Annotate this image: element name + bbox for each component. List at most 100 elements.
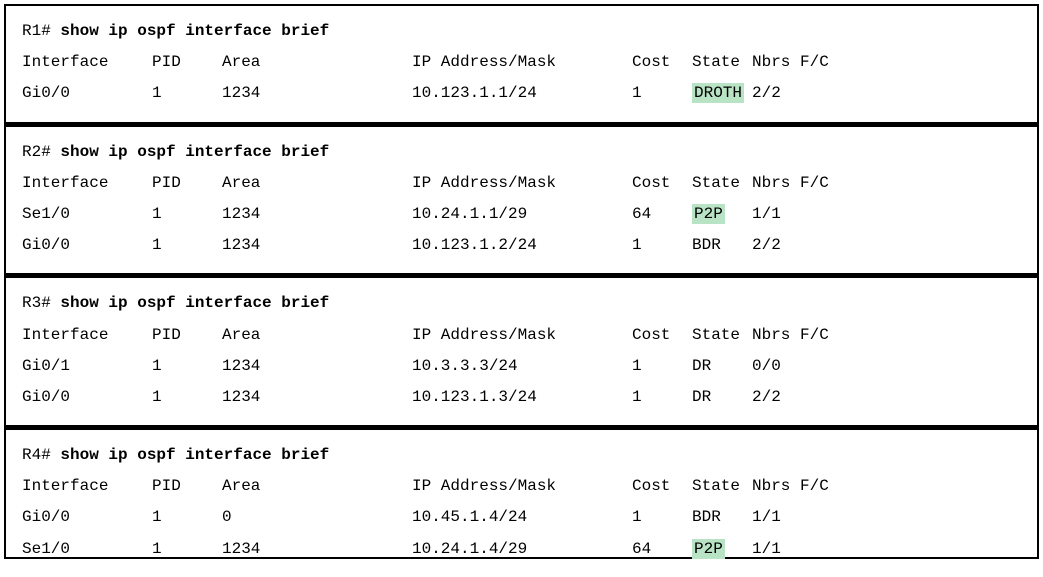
col-header-state: State	[692, 47, 752, 78]
header-row: Interface PID Area IP Address/Mask Cost …	[22, 320, 1021, 351]
col-header-interface: Interface	[22, 168, 152, 199]
command-text: show ip ospf interface brief	[60, 446, 329, 464]
col-header-interface: Interface	[22, 47, 152, 78]
col-header-interface: Interface	[22, 320, 152, 351]
state-highlight: P2P	[692, 539, 725, 559]
col-header-nbrs: Nbrs F/C	[752, 168, 842, 199]
cell-nbrs: 1/1	[752, 502, 842, 533]
cell-state: P2P	[692, 199, 752, 230]
cell-interface: Gi0/0	[22, 78, 152, 109]
col-header-area: Area	[222, 47, 412, 78]
cell-cost: 64	[632, 199, 692, 230]
cell-interface: Gi0/0	[22, 502, 152, 533]
cell-nbrs: 1/1	[752, 534, 842, 565]
cell-area: 1234	[222, 78, 412, 109]
router-block-r1: R1# show ip ospf interface brief Interfa…	[6, 6, 1037, 122]
command-text: show ip ospf interface brief	[60, 294, 329, 312]
cell-nbrs: 1/1	[752, 199, 842, 230]
cell-area: 1234	[222, 534, 412, 565]
cell-cost: 1	[632, 502, 692, 533]
col-header-pid: PID	[152, 320, 222, 351]
cell-ip: 10.123.1.2/24	[412, 230, 632, 261]
cell-ip: 10.123.1.3/24	[412, 382, 632, 413]
cell-ip: 10.24.1.1/29	[412, 199, 632, 230]
table-row: Gi0/1 1 1234 10.3.3.3/24 1 DR 0/0	[22, 351, 1021, 382]
command-line: R3# show ip ospf interface brief	[22, 288, 1021, 319]
cell-cost: 1	[632, 78, 692, 109]
command-line: R2# show ip ospf interface brief	[22, 137, 1021, 168]
cell-state: DR	[692, 351, 752, 382]
state-highlight: DROTH	[692, 83, 744, 103]
col-header-area: Area	[222, 320, 412, 351]
cell-nbrs: 2/2	[752, 230, 842, 261]
col-header-ip: IP Address/Mask	[412, 168, 632, 199]
cell-pid: 1	[152, 351, 222, 382]
header-row: Interface PID Area IP Address/Mask Cost …	[22, 47, 1021, 78]
col-header-pid: PID	[152, 168, 222, 199]
col-header-state: State	[692, 320, 752, 351]
col-header-pid: PID	[152, 471, 222, 502]
col-header-cost: Cost	[632, 168, 692, 199]
cell-pid: 1	[152, 534, 222, 565]
cell-cost: 1	[632, 230, 692, 261]
cell-cost: 1	[632, 351, 692, 382]
col-header-nbrs: Nbrs F/C	[752, 320, 842, 351]
cell-pid: 1	[152, 199, 222, 230]
col-header-cost: Cost	[632, 471, 692, 502]
command-text: show ip ospf interface brief	[60, 22, 329, 40]
col-header-pid: PID	[152, 47, 222, 78]
cell-nbrs: 2/2	[752, 78, 842, 109]
col-header-state: State	[692, 168, 752, 199]
prompt: R1#	[22, 22, 60, 40]
terminal-output-box: R1# show ip ospf interface brief Interfa…	[4, 4, 1039, 559]
col-header-nbrs: Nbrs F/C	[752, 471, 842, 502]
col-header-nbrs: Nbrs F/C	[752, 47, 842, 78]
header-row: Interface PID Area IP Address/Mask Cost …	[22, 168, 1021, 199]
cell-nbrs: 2/2	[752, 382, 842, 413]
table-row: Gi0/0 1 1234 10.123.1.3/24 1 DR 2/2	[22, 382, 1021, 413]
cell-state: BDR	[692, 502, 752, 533]
cell-cost: 64	[632, 534, 692, 565]
col-header-ip: IP Address/Mask	[412, 47, 632, 78]
cell-pid: 1	[152, 230, 222, 261]
col-header-cost: Cost	[632, 47, 692, 78]
prompt: R4#	[22, 446, 60, 464]
prompt: R2#	[22, 143, 60, 161]
table-row: Se1/0 1 1234 10.24.1.4/29 64 P2P 1/1	[22, 534, 1021, 565]
cell-pid: 1	[152, 382, 222, 413]
router-block-r4: R4# show ip ospf interface brief Interfa…	[6, 430, 1037, 577]
col-header-cost: Cost	[632, 320, 692, 351]
table-row: Gi0/0 1 1234 10.123.1.1/24 1 DROTH 2/2	[22, 78, 1021, 109]
cell-area: 1234	[222, 230, 412, 261]
state-highlight: P2P	[692, 204, 725, 224]
cell-nbrs: 0/0	[752, 351, 842, 382]
cell-state: BDR	[692, 230, 752, 261]
cell-ip: 10.123.1.1/24	[412, 78, 632, 109]
cell-state: DR	[692, 382, 752, 413]
col-header-area: Area	[222, 471, 412, 502]
cell-interface: Se1/0	[22, 534, 152, 565]
col-header-state: State	[692, 471, 752, 502]
cell-pid: 1	[152, 78, 222, 109]
cell-state: P2P	[692, 534, 752, 565]
router-block-r3: R3# show ip ospf interface brief Interfa…	[6, 278, 1037, 425]
col-header-area: Area	[222, 168, 412, 199]
cell-cost: 1	[632, 382, 692, 413]
cell-area: 1234	[222, 351, 412, 382]
router-block-r2: R2# show ip ospf interface brief Interfa…	[6, 127, 1037, 274]
cell-interface: Gi0/0	[22, 230, 152, 261]
cell-state: DROTH	[692, 78, 752, 109]
cell-ip: 10.45.1.4/24	[412, 502, 632, 533]
cell-area: 1234	[222, 199, 412, 230]
cell-pid: 1	[152, 502, 222, 533]
cell-area: 0	[222, 502, 412, 533]
cell-ip: 10.3.3.3/24	[412, 351, 632, 382]
cell-interface: Gi0/0	[22, 382, 152, 413]
cell-interface: Se1/0	[22, 199, 152, 230]
command-line: R4# show ip ospf interface brief	[22, 440, 1021, 471]
col-header-ip: IP Address/Mask	[412, 471, 632, 502]
prompt: R3#	[22, 294, 60, 312]
command-line: R1# show ip ospf interface brief	[22, 16, 1021, 47]
cell-area: 1234	[222, 382, 412, 413]
col-header-interface: Interface	[22, 471, 152, 502]
